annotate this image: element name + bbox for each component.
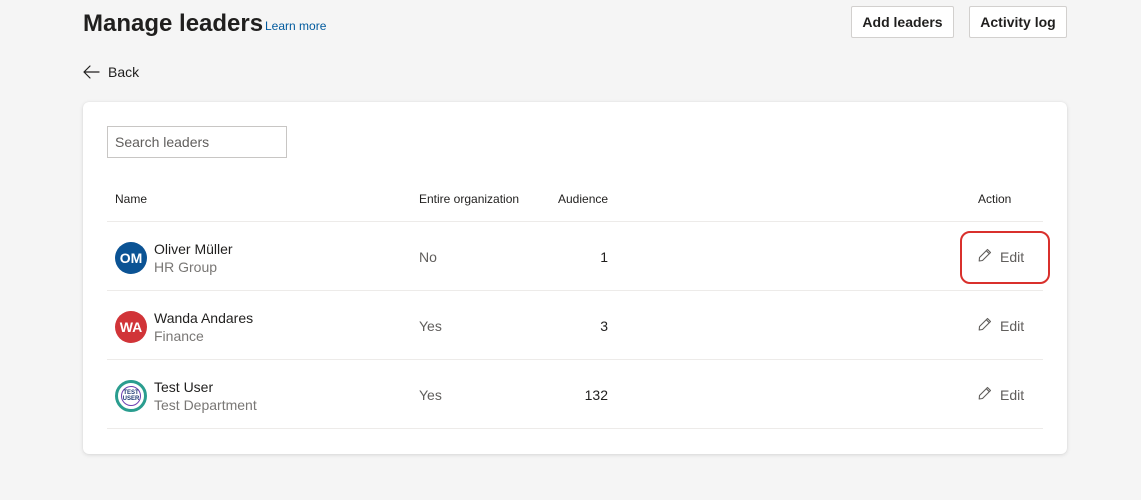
add-leaders-button[interactable]: Add leaders bbox=[851, 6, 954, 38]
pencil-icon bbox=[978, 248, 992, 265]
table-row: OM Oliver Müller HR Group No 1 Edit bbox=[107, 222, 1043, 291]
leader-name: Wanda Andares bbox=[154, 310, 254, 326]
back-label: Back bbox=[108, 64, 140, 80]
back-link[interactable]: Back bbox=[83, 64, 139, 80]
edit-button[interactable]: Edit bbox=[978, 317, 1024, 334]
edit-label: Edit bbox=[1000, 317, 1025, 334]
leader-department: Test Department bbox=[154, 397, 257, 413]
leader-department: Finance bbox=[154, 328, 204, 344]
entire-organization-value: Yes bbox=[419, 387, 442, 403]
table-header: Name Entire organization Audience Action bbox=[107, 178, 1043, 222]
edit-button[interactable]: Edit bbox=[978, 386, 1024, 403]
avatar-logo-icon: TEST USER bbox=[121, 386, 141, 406]
leader-department: HR Group bbox=[154, 259, 218, 275]
column-header-audience[interactable]: Audience bbox=[558, 192, 608, 206]
edit-label: Edit bbox=[1000, 248, 1025, 265]
leaders-card: Name Entire organization Audience Action… bbox=[83, 102, 1067, 454]
entire-organization-value: Yes bbox=[419, 318, 442, 334]
column-header-entire-organization[interactable]: Entire organization bbox=[419, 192, 519, 206]
pencil-icon bbox=[978, 386, 992, 403]
entire-organization-value: No bbox=[419, 249, 437, 265]
audience-value: 1 bbox=[600, 249, 608, 265]
arrow-left-icon bbox=[83, 65, 100, 79]
audience-value: 3 bbox=[600, 318, 608, 334]
learn-more-link[interactable]: Learn more bbox=[265, 19, 326, 33]
pencil-icon bbox=[978, 317, 992, 334]
edit-button[interactable]: Edit bbox=[978, 248, 1024, 265]
column-header-name[interactable]: Name bbox=[115, 192, 147, 206]
search-input[interactable] bbox=[107, 126, 287, 158]
avatar-text-bottom: USER bbox=[122, 396, 140, 402]
audience-value: 132 bbox=[584, 387, 608, 403]
leaders-table: Name Entire organization Audience Action… bbox=[107, 178, 1043, 429]
avatar: WA bbox=[115, 311, 147, 343]
edit-label: Edit bbox=[1000, 386, 1025, 403]
column-header-action: Action bbox=[978, 192, 1012, 206]
activity-log-button[interactable]: Activity log bbox=[969, 6, 1067, 38]
leader-name: Oliver Müller bbox=[154, 241, 233, 257]
page-title: Manage leaders bbox=[83, 10, 264, 37]
avatar: TEST USER bbox=[115, 380, 147, 412]
leader-name: Test User bbox=[154, 379, 214, 395]
avatar: OM bbox=[115, 242, 147, 274]
table-row: WA Wanda Andares Finance Yes 3 Edit bbox=[107, 291, 1043, 360]
table-row: TEST USER Test User Test Department Yes … bbox=[107, 360, 1043, 429]
